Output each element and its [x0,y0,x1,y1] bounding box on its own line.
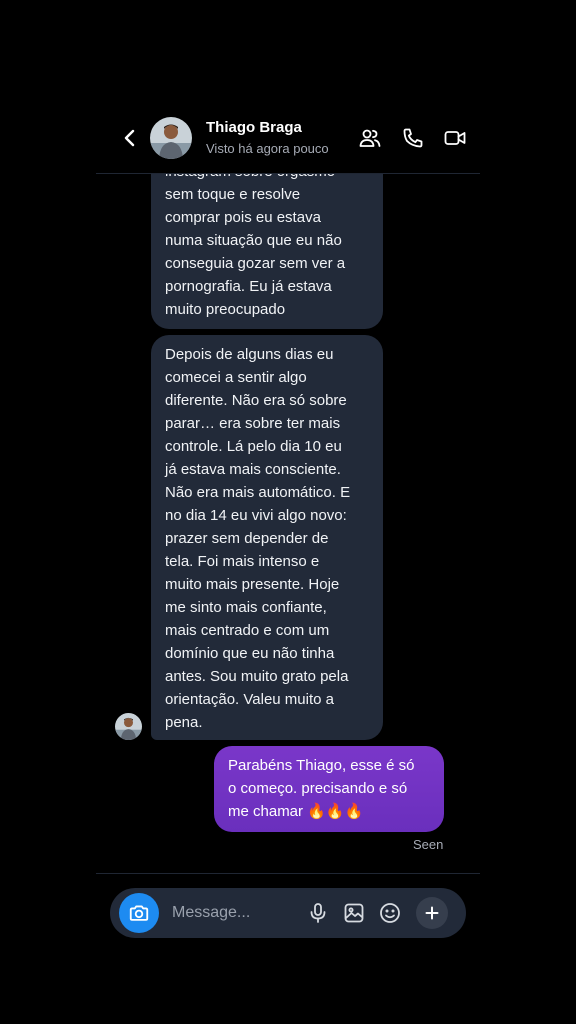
add-button[interactable] [416,897,448,929]
message-line: sem toque e resolve [165,186,301,203]
message-line: antes. Sou muito grato pela [165,668,349,685]
back-button[interactable] [118,126,142,150]
message-line: prazer sem depender de [165,530,329,547]
message-line: me chamar 🔥🔥🔥 [228,803,364,820]
message-line: tela. Foi mais intenso e [165,553,320,570]
smiley-icon[interactable] [378,901,402,925]
message-line: mais centrado e com um [165,622,330,639]
image-icon[interactable] [342,901,366,925]
plus-icon [425,906,439,920]
message-line: diferente. Não era só sobre [165,392,347,409]
mic-icon[interactable] [306,901,330,925]
message-line: parar… era sobre ter mais [165,415,341,432]
sender-avatar[interactable] [115,713,142,740]
message-line: comecei a sentir algo [165,369,307,386]
message-line: conseguia gozar sem ver a [165,255,346,272]
contact-avatar[interactable] [150,117,192,159]
message-line: pena. [165,714,203,731]
message-line: Depois de alguns dias eu [165,346,334,363]
chevron-left-icon [124,129,135,147]
incoming-message: Depois de alguns dias eu comecei a senti… [151,335,383,740]
message-line: Não era mais automático. E [165,484,351,501]
message-line: numa situação que eu não [165,232,342,249]
phone-icon[interactable] [401,126,425,150]
message-input[interactable] [172,901,292,925]
message-line: pornografia. Eu já estava [165,278,332,295]
composer-divider [96,873,480,874]
message-line: muito preocupado [165,301,286,318]
message-line: no dia 14 eu vivi algo novo: [165,507,347,524]
outgoing-message: Parabéns Thiago, esse é só o começo. pre… [214,746,444,832]
message-line: o começo. precisando e só [228,780,408,797]
camera-button[interactable] [119,893,159,933]
message-line: me sinto mais confiante, [165,599,327,616]
message-composer [110,888,466,938]
message-line: muito mais presente. Hoje [165,576,340,593]
chat-header: Thiago Braga Visto há agora pouco [96,100,480,174]
message-line: Parabéns Thiago, esse é só [228,757,415,774]
people-icon[interactable] [358,126,382,150]
contact-name[interactable]: Thiago Braga [206,119,302,136]
camera-icon [129,905,149,921]
message-line: domínio que eu não tinha [165,645,335,662]
video-icon[interactable] [443,126,467,150]
message-line: controle. Lá pelo dia 10 eu [165,438,342,455]
message-line: comprar pois eu estava [165,209,321,226]
message-line: já estava mais consciente. [165,461,341,478]
incoming-message: instagram sobre orgasmo sem toque e reso… [151,156,383,329]
seen-indicator: Seen [413,837,444,852]
message-line: orientação. Valeu muito a [165,691,334,708]
chat-screen: instagram sobre orgasmo sem toque e reso… [78,100,498,946]
contact-status: Visto há agora pouco [206,141,329,156]
